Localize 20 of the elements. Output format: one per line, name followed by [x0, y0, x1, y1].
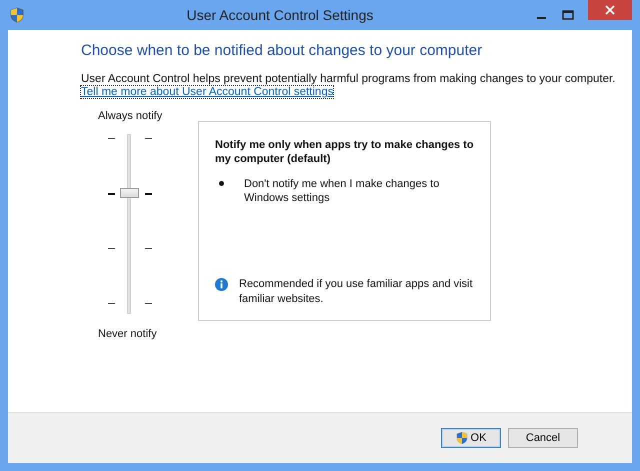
slider-thumb[interactable]	[120, 188, 139, 198]
shield-icon	[10, 7, 24, 23]
shield-icon	[456, 431, 468, 445]
slider-bottom-label: Never notify	[98, 328, 157, 340]
notification-slider[interactable]	[108, 134, 152, 314]
ok-button[interactable]: OK	[441, 428, 501, 448]
close-button[interactable]	[588, 0, 632, 20]
bullet-icon	[219, 180, 224, 186]
info-icon	[215, 278, 228, 292]
bullet-text: Don't notify me when I make changes to Windows settings	[244, 176, 440, 206]
page-heading: Choose when to be notified about changes to your computer	[81, 42, 484, 59]
level-title: Notify me only when apps try to make changes to my computer (default)	[215, 138, 475, 167]
description-text: User Account Control helps prevent potentially harmful programs from making changes to your computer.	[81, 73, 616, 85]
slider-top-label: Always notify	[98, 110, 162, 122]
maximize-icon[interactable]	[562, 10, 574, 20]
recommendation-text: Recommended if you use familiar apps and visit familiar websites.	[239, 277, 474, 306]
cancel-button[interactable]: Cancel	[508, 428, 578, 448]
learn-more-link[interactable]: Tell me more about User Account Control settings	[81, 86, 334, 98]
window-title: User Account Control Settings	[186, 7, 374, 23]
close-icon	[605, 5, 615, 15]
